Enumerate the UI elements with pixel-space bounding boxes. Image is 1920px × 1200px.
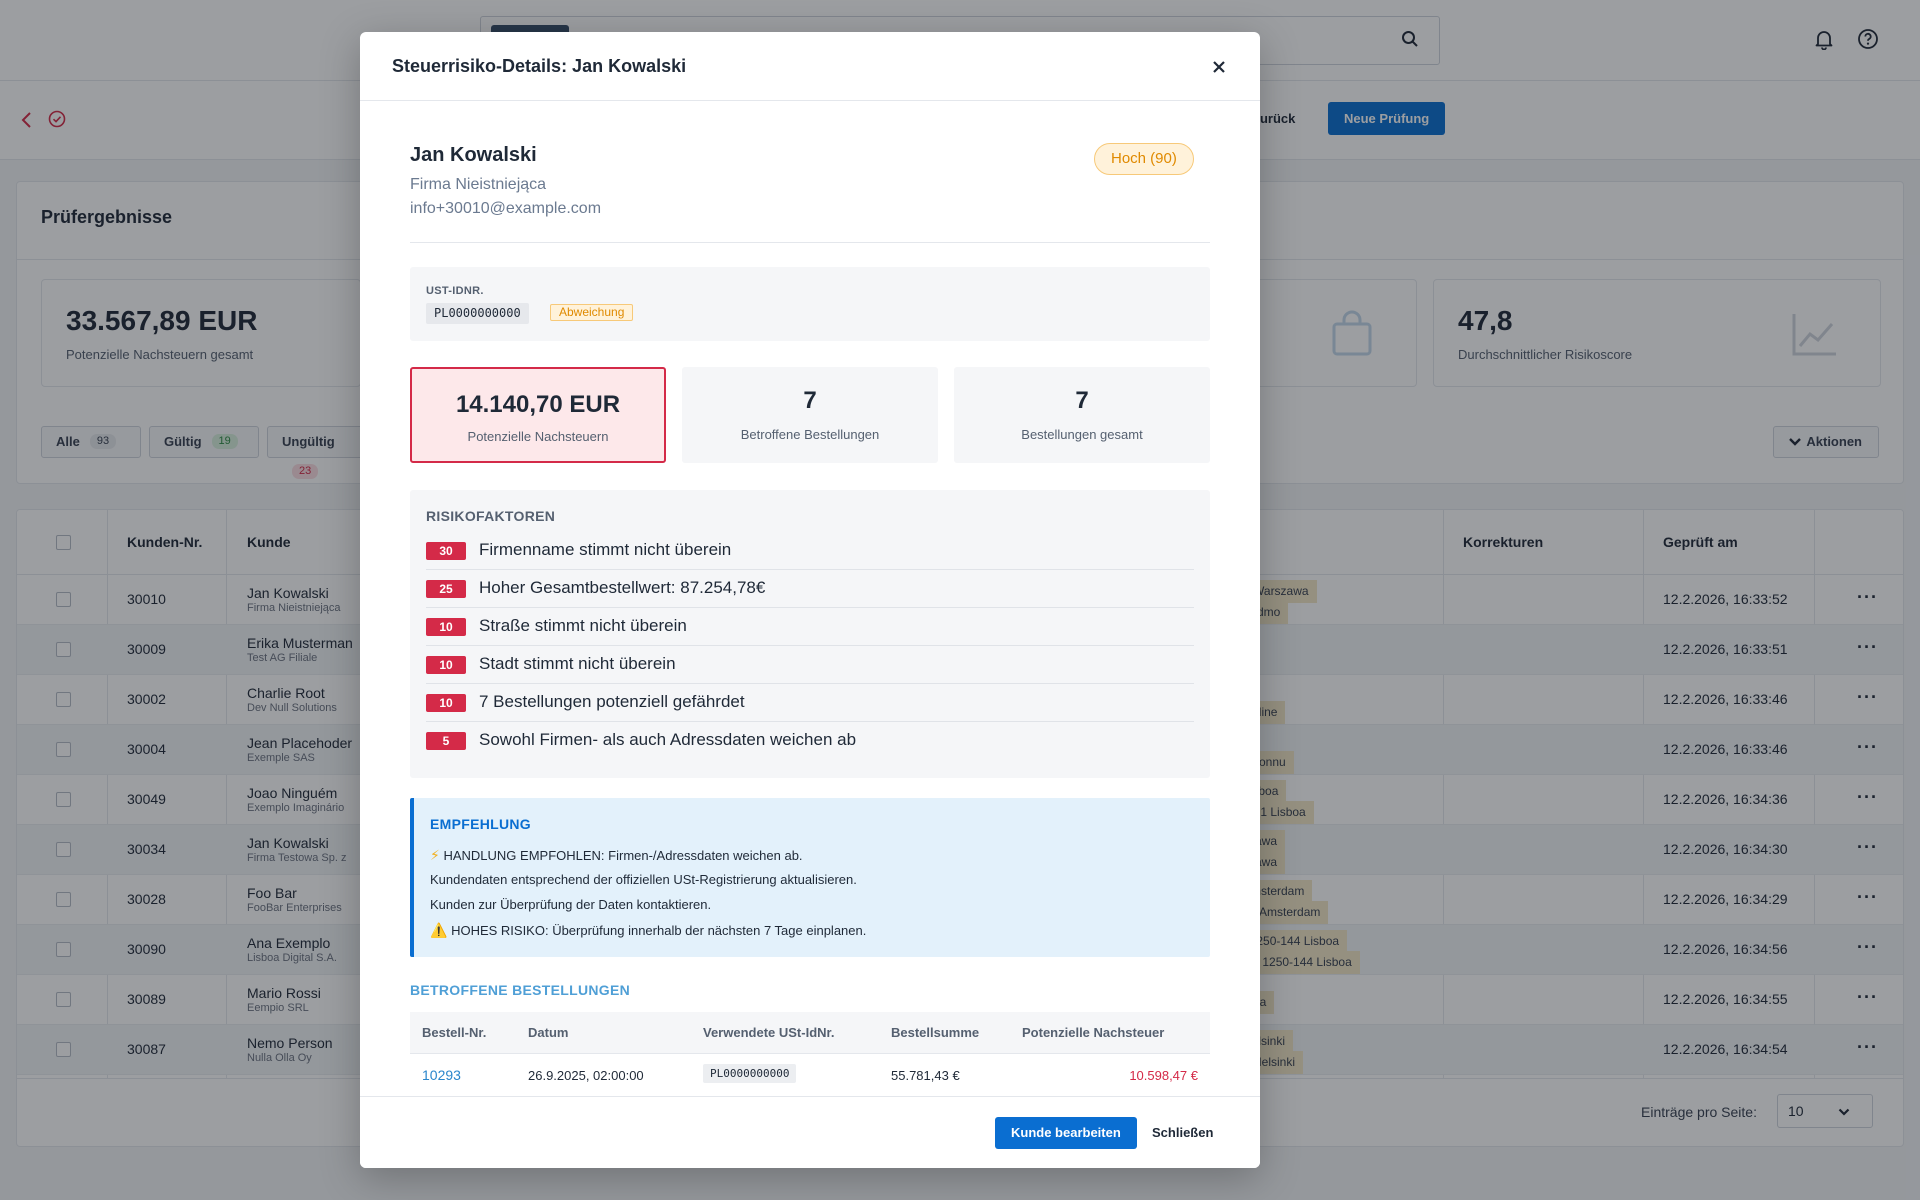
risk-factor-text: Hoher Gesamtbestellwert: 87.254,78€ bbox=[479, 578, 766, 597]
dialog-header: Steuerrisiko-Details: Jan Kowalski bbox=[360, 32, 1260, 101]
stat-affected-orders: 7 Betroffene Bestellungen bbox=[682, 367, 938, 463]
customer-name: Jan Kowalski bbox=[410, 144, 537, 166]
customer-email: info+30010@example.com bbox=[410, 200, 602, 217]
edit-customer-button[interactable]: Kunde bearbeiten bbox=[995, 1117, 1137, 1149]
risk-score-badge: 10 bbox=[426, 656, 466, 674]
risk-factor-text: Stadt stimmt nicht überein bbox=[479, 654, 676, 673]
risk-level-badge: Hoch (90) bbox=[1094, 143, 1194, 175]
col-order-sum[interactable]: Bestellsumme bbox=[891, 1025, 979, 1040]
vat-status-badge: Abweichung bbox=[550, 304, 634, 321]
divider bbox=[410, 242, 1210, 243]
risk-factor-text: 7 Bestellungen potenziell gefährdet bbox=[479, 692, 745, 711]
risk-score-badge: 10 bbox=[426, 618, 466, 636]
stat-total-orders: 7 Bestellungen gesamt bbox=[954, 367, 1210, 463]
dialog-footer: Kunde bearbeiten Schließen bbox=[360, 1096, 1260, 1168]
recommendation-section: EMPFEHLUNG ⚡ HANDLUNG EMPFOHLEN: Firmen-… bbox=[410, 798, 1210, 957]
vat-section: UST-IDNR. PL0000000000 Abweichung bbox=[410, 267, 1210, 341]
recommendation-line: Kundendaten entsprechend der offiziellen… bbox=[430, 872, 857, 887]
orders-table-header: Bestell-Nr. Datum Verwendete USt-IdNr. B… bbox=[410, 1012, 1210, 1054]
risk-score-badge: 25 bbox=[426, 580, 466, 598]
affected-orders-title: BETROFFENE BESTELLUNGEN bbox=[410, 982, 631, 998]
risk-factor-item: 5 Sowohl Firmen- als auch Adressdaten we… bbox=[426, 722, 1194, 760]
risk-score-badge: 5 bbox=[426, 732, 466, 750]
stat-value: 7 bbox=[803, 387, 817, 414]
col-used-vat[interactable]: Verwendete USt-IdNr. bbox=[703, 1025, 834, 1040]
recommendation-line: ⚠️ HOHES RISIKO: Überprüfung innerhalb d… bbox=[430, 922, 866, 939]
vat-label: UST-IDNR. bbox=[426, 285, 484, 297]
risk-factor-item: 10 7 Bestellungen potenziell gefährdet bbox=[426, 684, 1194, 722]
order-date: 26.9.2025, 02:00:00 bbox=[528, 1068, 644, 1083]
risk-factor-text: Straße stimmt nicht überein bbox=[479, 616, 687, 635]
stat-label: Bestellungen gesamt bbox=[1021, 427, 1143, 442]
close-button[interactable]: Schließen bbox=[1152, 1125, 1213, 1140]
lightning-icon: ⚡ bbox=[430, 847, 440, 863]
order-link[interactable]: 10293 bbox=[422, 1067, 461, 1083]
risk-factor-text: Sowohl Firmen- als auch Adressdaten weic… bbox=[479, 730, 857, 749]
dialog-body[interactable]: Jan Kowalski Firma Nieistniejąca info+30… bbox=[360, 101, 1260, 1102]
col-order-no[interactable]: Bestell-Nr. bbox=[422, 1025, 486, 1040]
recommendation-line: ⚡ HANDLUNG EMPFOHLEN: Firmen-/Adressdate… bbox=[430, 847, 803, 864]
table-row: 10293 26.9.2025, 02:00:00 PL0000000000 5… bbox=[410, 1054, 1210, 1098]
stat-value: 7 bbox=[1075, 387, 1089, 414]
risk-factor-text: Firmenname stimmt nicht überein bbox=[479, 540, 732, 559]
order-potential-tax: 10.598,47 € bbox=[1129, 1068, 1198, 1083]
risk-factors-section: RISIKOFAKTOREN 30 Firmenname stimmt nich… bbox=[410, 490, 1210, 778]
risk-factor-item: 25 Hoher Gesamtbestellwert: 87.254,78€ bbox=[426, 570, 1194, 608]
col-potential-tax[interactable]: Potenzielle Nachsteuer bbox=[1022, 1025, 1164, 1040]
risk-factor-item: 10 Straße stimmt nicht überein bbox=[426, 608, 1194, 646]
stat-label: Betroffene Bestellungen bbox=[740, 427, 880, 442]
stat-label: Potenzielle Nachsteuern bbox=[467, 429, 609, 444]
stat-value: 14.140,70 EUR bbox=[455, 391, 621, 418]
tax-risk-dialog: Steuerrisiko-Details: Jan Kowalski Jan K… bbox=[360, 32, 1260, 1168]
col-date[interactable]: Datum bbox=[528, 1025, 568, 1040]
dialog-title: Steuerrisiko-Details: Jan Kowalski bbox=[392, 56, 687, 76]
risk-score-badge: 10 bbox=[426, 694, 466, 712]
order-sum: 55.781,43 € bbox=[891, 1068, 960, 1083]
order-vat-code: PL0000000000 bbox=[703, 1064, 797, 1083]
customer-company: Firma Nieistniejąca bbox=[410, 176, 547, 193]
vat-code: PL0000000000 bbox=[426, 303, 529, 324]
recommendation-text: HOHES RISIKO: Überprüfung innerhalb der … bbox=[451, 923, 867, 938]
risk-factor-item: 30 Firmenname stimmt nicht überein bbox=[426, 532, 1194, 570]
close-icon[interactable] bbox=[1208, 56, 1230, 78]
warning-icon: ⚠️ bbox=[430, 922, 448, 938]
recommendation-line: Kunden zur Überprüfung der Daten kontakt… bbox=[430, 897, 712, 912]
risk-factor-item: 10 Stadt stimmt nicht überein bbox=[426, 646, 1194, 684]
risk-factors-title: RISIKOFAKTOREN bbox=[426, 508, 556, 524]
recommendation-text: HANDLUNG EMPFOHLEN: Firmen-/Adressdaten … bbox=[443, 848, 803, 863]
risk-score-badge: 30 bbox=[426, 542, 466, 560]
recommendation-title: EMPFEHLUNG bbox=[430, 816, 531, 832]
stat-potential-tax: 14.140,70 EUR Potenzielle Nachsteuern bbox=[410, 367, 666, 463]
